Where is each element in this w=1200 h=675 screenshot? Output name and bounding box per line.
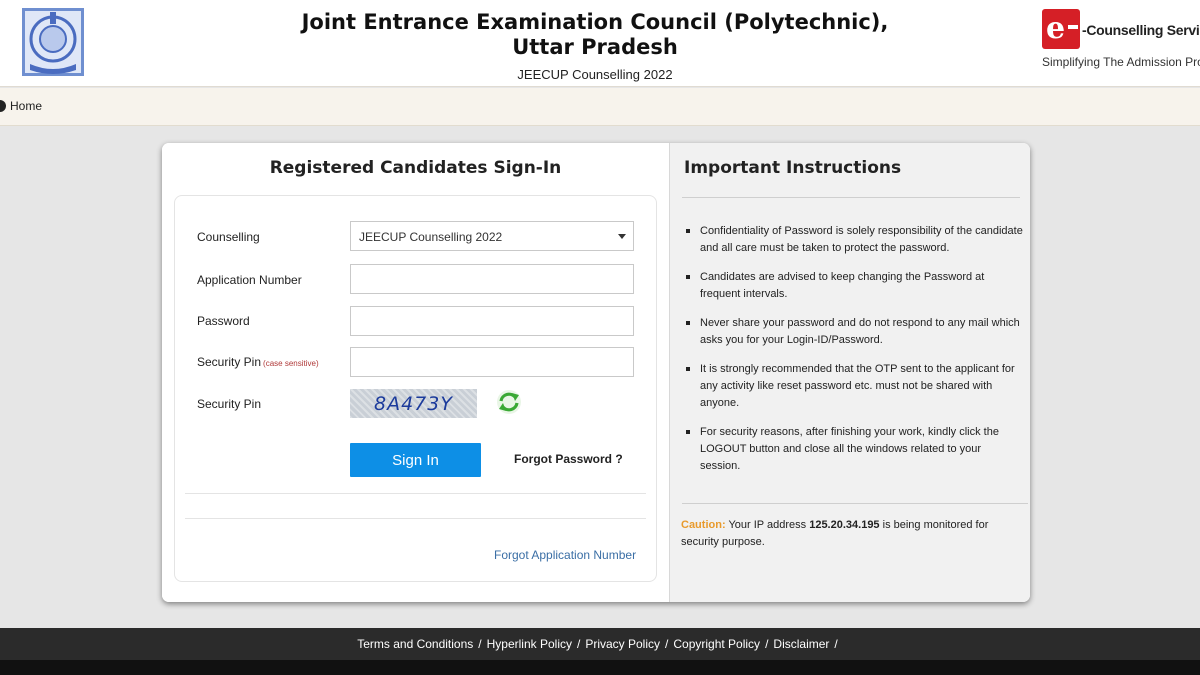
captcha-label: Security Pin [197,397,262,411]
signin-form: Counselling JEECUP Counselling 2022 Appl… [174,195,657,582]
counselling-selected-value: JEECUP Counselling 2022 [359,230,503,244]
application-number-input[interactable] [350,264,634,294]
instructions-list: Confidentiality of Password is solely re… [684,223,1024,487]
footer-separator: / [665,637,669,651]
caution-label: Caution: [681,519,726,531]
case-sensitive-note: (case sensitive) [263,359,319,368]
captcha-image: 8A473Y [350,389,477,418]
copyright-policy-link[interactable]: Copyright Policy [673,637,760,651]
footer-separator: / [576,637,581,651]
home-label: Home [10,99,43,113]
caution-divider [682,503,1028,504]
instruction-item: For security reasons, after finishing yo… [684,424,1024,475]
caution-text-pre: Your IP address [725,519,810,531]
footer-separator: / [478,637,482,651]
nav-bar: Home [0,88,1200,126]
e-counselling-logo: e [1042,9,1080,49]
brand-name: -Counselling Services [1082,22,1200,38]
privacy-policy-link[interactable]: Privacy Policy [585,637,660,651]
instructions-panel: Important Instructions Confidentiality o… [669,143,1030,602]
instruction-item: Confidentiality of Password is solely re… [684,223,1024,257]
form-divider [185,518,646,519]
page-subtitle: JEECUP Counselling 2022 [517,67,673,82]
ip-address: 125.20.34.195 [809,519,880,531]
forgot-application-number-link[interactable]: Forgot Application Number [494,548,636,562]
form-divider [185,493,646,494]
site-header: Joint Entrance Examination Council (Poly… [0,0,1200,87]
instruction-item: Never share your password and do not res… [684,315,1024,349]
security-pin-label-text: Security Pin [197,355,262,369]
counselling-select[interactable]: JEECUP Counselling 2022 [350,221,634,251]
instructions-divider [682,197,1020,198]
page-title: Joint Entrance Examination Council (Poly… [301,10,889,59]
brand-letter: e [1046,11,1066,46]
password-label: Password [197,314,250,328]
password-input[interactable] [350,306,634,336]
signin-panel: Registered Candidates Sign-In Counsellin… [162,143,669,602]
signin-card: Registered Candidates Sign-In Counsellin… [162,143,1030,602]
application-number-label: Application Number [197,273,302,287]
security-pin-input-label: Security Pin (case sensitive) [197,355,319,369]
home-icon [0,100,6,112]
forgot-password-link[interactable]: Forgot Password ? [514,452,623,466]
footer-links: Terms and Conditions / Hyperlink Policy / Pr… [0,637,1200,651]
security-pin-input[interactable] [350,347,634,377]
footer-separator: / [834,637,838,651]
signin-title: Registered Candidates Sign-In [269,158,562,178]
chevron-down-icon [618,234,626,239]
terms-link[interactable]: Terms and Conditions [357,637,473,651]
refresh-icon[interactable] [496,389,522,415]
hyperlink-policy-link[interactable]: Hyperlink Policy [487,637,572,651]
sign-in-button[interactable]: Sign In [350,443,481,477]
counselling-label: Counselling [197,230,260,244]
captcha-text: 8A473Y [374,393,453,415]
jeecup-emblem-logo [22,8,84,76]
brand-tagline: Simplifying The Admission Process [1042,55,1200,69]
home-link[interactable]: Home [0,99,42,113]
instructions-title: Important Instructions [684,158,902,178]
footer-separator: / [765,637,769,651]
footer-bottom-bar [0,660,1200,675]
instruction-item: Candidates are advised to keep changing … [684,269,1024,303]
caution-notice: Caution: Your IP address 125.20.34.195 i… [681,517,1029,551]
instruction-item: It is strongly recommended that the OTP … [684,361,1024,412]
disclaimer-link[interactable]: Disclaimer [773,637,829,651]
